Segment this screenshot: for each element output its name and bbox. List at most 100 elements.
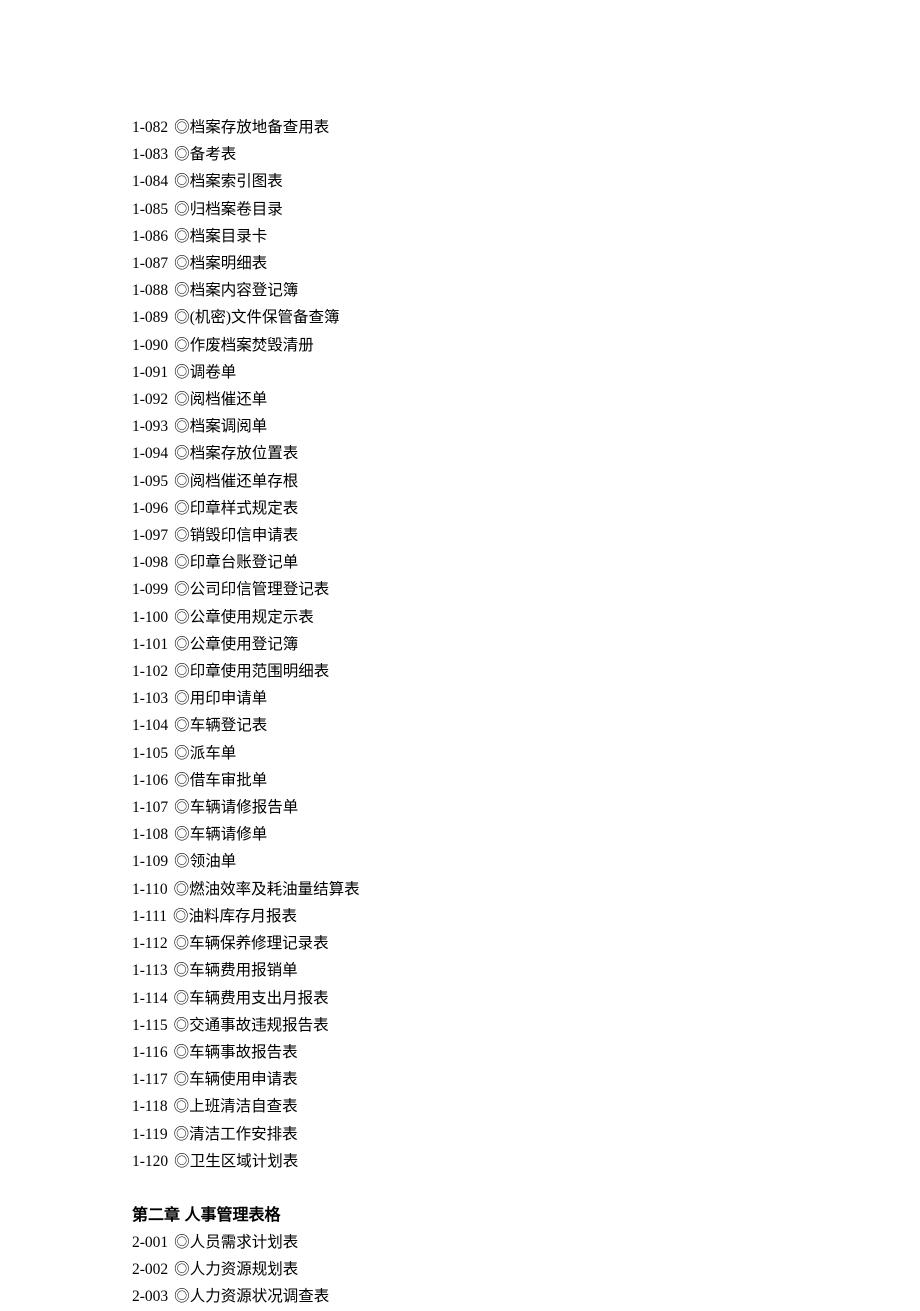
toc-entry: 1-101◎公章使用登记簿 bbox=[132, 631, 792, 658]
entry-code: 2-002 bbox=[132, 1261, 168, 1278]
toc-entry: 1-112◎车辆保养修理记录表 bbox=[132, 930, 792, 957]
toc-entry: 1-100 ◎公章使用规定示表 bbox=[132, 604, 792, 631]
entry-code: 1-092 bbox=[132, 391, 168, 408]
entry-code: 1-082 bbox=[132, 119, 168, 136]
bullet-icon: ◎ bbox=[174, 990, 190, 1007]
entry-code: 1-118 bbox=[132, 1098, 168, 1115]
entry-title: 作废档案焚毁清册 bbox=[190, 337, 314, 354]
entry-code: 1-119 bbox=[132, 1126, 168, 1143]
entry-title: 公章使用规定示表 bbox=[190, 609, 314, 626]
entry-title: 阅档催还单存根 bbox=[190, 473, 299, 490]
toc-entry: 1-093◎档案调阅单 bbox=[132, 413, 792, 440]
toc-entry: 1-119 ◎清洁工作安排表 bbox=[132, 1121, 792, 1148]
entry-title: 人力资源状况调查表 bbox=[190, 1288, 330, 1305]
entry-code: 1-110 bbox=[132, 881, 168, 898]
bullet-icon: ◎ bbox=[174, 717, 190, 734]
entry-title: 车辆费用报销单 bbox=[189, 962, 298, 979]
entry-title: 借车审批单 bbox=[190, 772, 268, 789]
toc-entry: 1-104◎车辆登记表 bbox=[132, 712, 792, 739]
entry-title: 车辆费用支出月报表 bbox=[189, 990, 329, 1007]
entry-code: 1-097 bbox=[132, 527, 168, 544]
entry-title: 领油单 bbox=[190, 853, 237, 870]
entry-code: 2-001 bbox=[132, 1234, 168, 1251]
bullet-icon: ◎ bbox=[174, 881, 190, 898]
entry-code: 1-093 bbox=[132, 418, 168, 435]
entry-title: 档案目录卡 bbox=[190, 228, 268, 245]
bullet-icon: ◎ bbox=[174, 228, 190, 245]
entry-title: 公章使用登记簿 bbox=[190, 636, 299, 653]
bullet-icon: ◎ bbox=[174, 1044, 190, 1061]
toc-entry: 1-092◎阅档催还单 bbox=[132, 386, 792, 413]
bullet-icon: ◎ bbox=[174, 309, 190, 326]
entry-title: 车辆登记表 bbox=[190, 717, 268, 734]
toc-entry: 1-087◎档案明细表 bbox=[132, 250, 792, 277]
bullet-icon: ◎ bbox=[174, 146, 190, 163]
entry-title: 上班清洁自查表 bbox=[189, 1098, 298, 1115]
bullet-icon: ◎ bbox=[174, 826, 190, 843]
entry-code: 1-114 bbox=[132, 990, 168, 1007]
entry-title: 公司印信管理登记表 bbox=[190, 581, 330, 598]
entry-code: 1-094 bbox=[132, 445, 168, 462]
bullet-icon: ◎ bbox=[174, 1071, 190, 1088]
entry-code: 1-115 bbox=[132, 1017, 168, 1034]
toc-entry: 1-083◎备考表 bbox=[132, 141, 792, 168]
entry-code: 1-116 bbox=[132, 1044, 168, 1061]
entry-title: 车辆事故报告表 bbox=[189, 1044, 298, 1061]
entry-title: 卫生区域计划表 bbox=[190, 1153, 299, 1170]
bullet-icon: ◎ bbox=[174, 609, 190, 626]
entry-title: 印章样式规定表 bbox=[190, 500, 299, 517]
bullet-icon: ◎ bbox=[174, 799, 190, 816]
entry-code: 1-100 bbox=[132, 609, 168, 626]
bullet-icon: ◎ bbox=[174, 1098, 190, 1115]
bullet-icon: ◎ bbox=[174, 282, 190, 299]
entry-title: 印章使用范围明细表 bbox=[190, 663, 330, 680]
bullet-icon: ◎ bbox=[174, 527, 190, 544]
entry-title: 档案存放地备查用表 bbox=[190, 119, 330, 136]
entry-code: 1-103 bbox=[132, 690, 168, 707]
document-page: 1-082◎档案存放地备查用表1-083◎备考表1-084◎档案索引图表1-08… bbox=[0, 0, 792, 1311]
entry-code: 1-117 bbox=[132, 1071, 168, 1088]
toc-entry: 1-114 ◎车辆费用支出月报表 bbox=[132, 985, 792, 1012]
entry-title: 档案明细表 bbox=[190, 255, 268, 272]
toc-entry: 1-113◎车辆费用报销单 bbox=[132, 957, 792, 984]
bullet-icon: ◎ bbox=[174, 1017, 190, 1034]
bullet-icon: ◎ bbox=[174, 772, 190, 789]
entry-title: 印章台账登记单 bbox=[190, 554, 299, 571]
entry-code: 1-107 bbox=[132, 799, 168, 816]
entry-code: 1-089 bbox=[132, 309, 168, 326]
bullet-icon: ◎ bbox=[174, 581, 190, 598]
entry-code: 1-112 bbox=[132, 935, 168, 952]
bullet-icon: ◎ bbox=[174, 1126, 190, 1143]
entry-title: 人员需求计划表 bbox=[190, 1234, 299, 1251]
toc-entry: 1-095◎阅档催还单存根 bbox=[132, 468, 792, 495]
toc-entry: 1-085◎归档案卷目录 bbox=[132, 196, 792, 223]
entry-code: 1-105 bbox=[132, 745, 168, 762]
entry-title: 燃油效率及耗油量结算表 bbox=[189, 881, 360, 898]
bullet-icon: ◎ bbox=[173, 908, 189, 925]
entry-title: 备考表 bbox=[190, 146, 237, 163]
entry-code: 1-096 bbox=[132, 500, 168, 517]
entry-title: 派车单 bbox=[190, 745, 237, 762]
toc-entry: 1-103◎用印申请单 bbox=[132, 685, 792, 712]
entry-title: 清洁工作安排表 bbox=[189, 1126, 298, 1143]
entry-code: 1-091 bbox=[132, 364, 168, 381]
bullet-icon: ◎ bbox=[174, 119, 190, 136]
toc-entry: 1-082 ◎档案存放地备查用表 bbox=[132, 114, 792, 141]
bullet-icon: ◎ bbox=[174, 337, 190, 354]
entry-title: 销毁印信申请表 bbox=[190, 527, 299, 544]
toc-entry: 1-116 ◎车辆事故报告表 bbox=[132, 1039, 792, 1066]
toc-entry: 1-091◎调卷单 bbox=[132, 359, 792, 386]
entry-title: 车辆请修单 bbox=[190, 826, 268, 843]
toc-entry: 1-102◎印章使用范围明细表 bbox=[132, 658, 792, 685]
bullet-icon: ◎ bbox=[174, 473, 190, 490]
bullet-icon: ◎ bbox=[174, 391, 190, 408]
bullet-icon: ◎ bbox=[174, 173, 190, 190]
toc-entry: 1-094◎档案存放位置表 bbox=[132, 440, 792, 467]
toc-entry: 1-090◎作废档案焚毁清册 bbox=[132, 332, 792, 359]
entry-title: 档案内容登记簿 bbox=[190, 282, 299, 299]
entry-code: 1-102 bbox=[132, 663, 168, 680]
entry-title: 人力资源规划表 bbox=[190, 1261, 299, 1278]
entry-code: 1-106 bbox=[132, 772, 168, 789]
bullet-icon: ◎ bbox=[174, 853, 190, 870]
toc-entry: 1-107◎车辆请修报告单 bbox=[132, 794, 792, 821]
